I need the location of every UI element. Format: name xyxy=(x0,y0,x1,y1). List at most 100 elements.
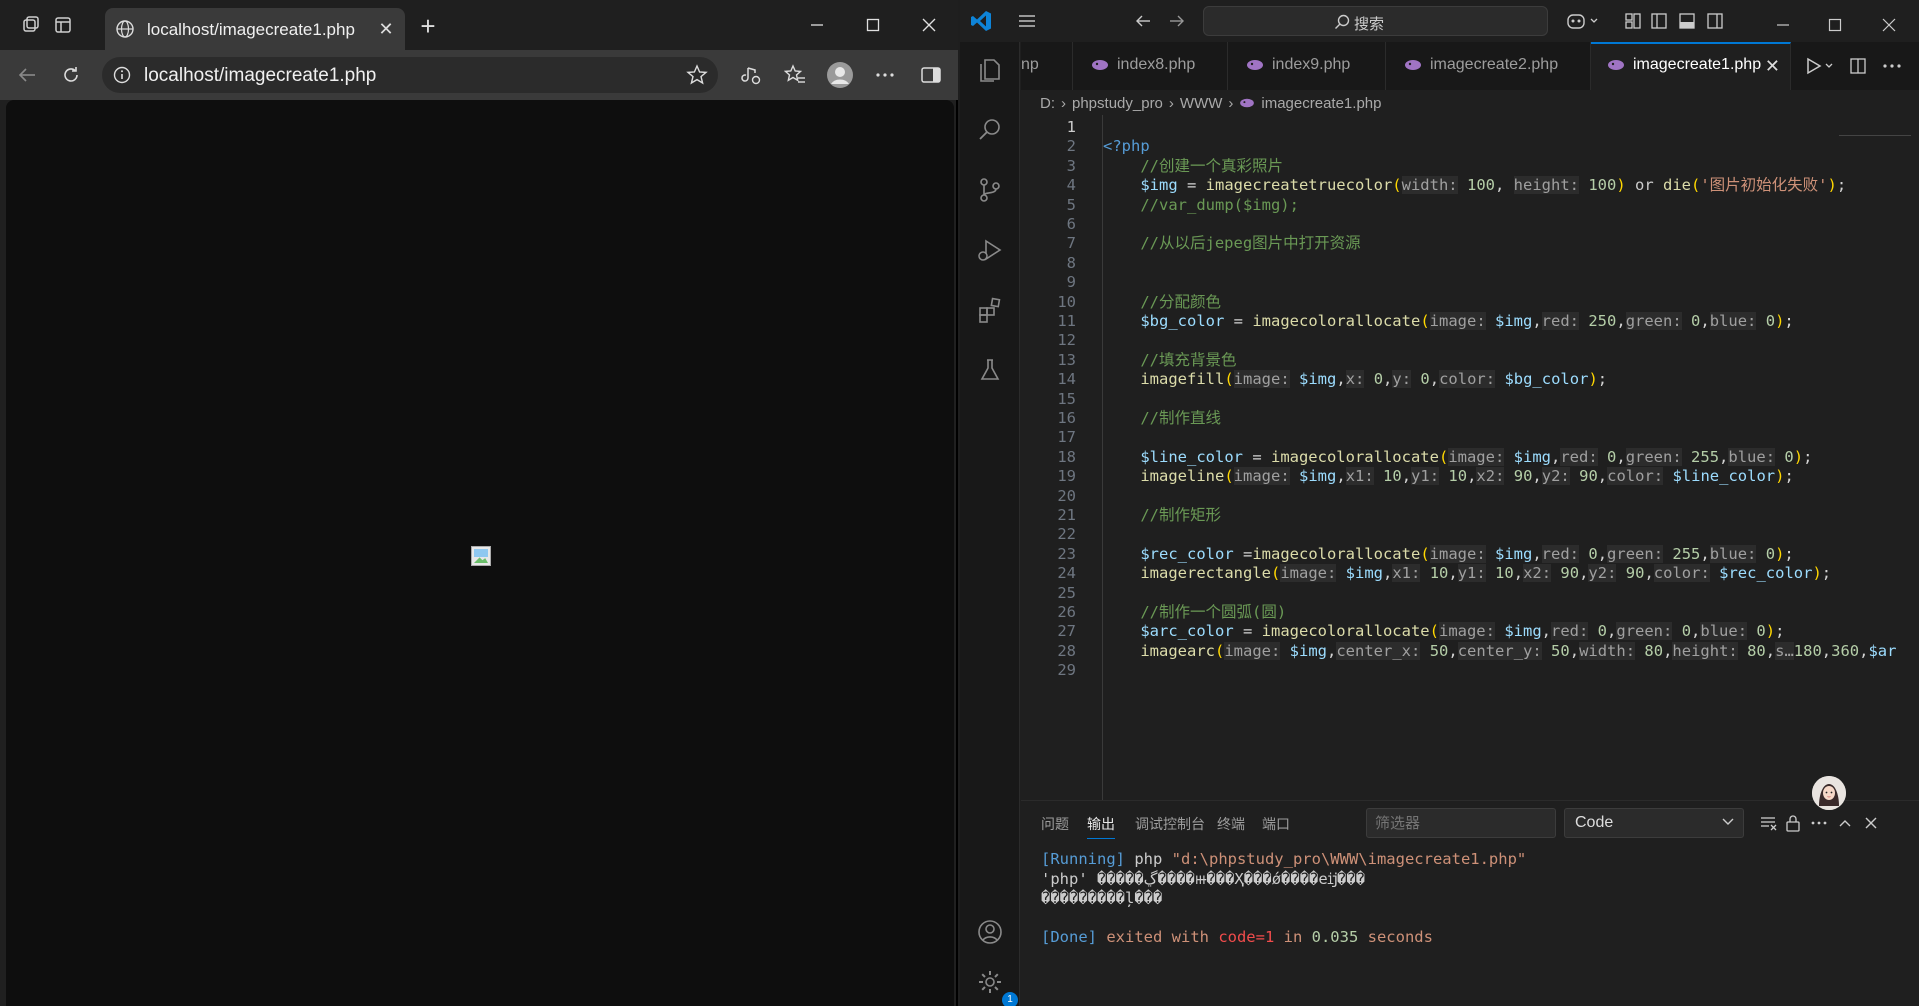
minimize-button[interactable] xyxy=(794,10,840,40)
breadcrumb-folder[interactable]: phpstudy_pro xyxy=(1072,95,1163,112)
search-icon xyxy=(1334,14,1350,30)
command-search-box[interactable]: 搜索 xyxy=(1203,6,1548,36)
line-number: 29 xyxy=(1057,661,1076,680)
browser-tab[interactable]: localhost/imagecreate1.php ✕ xyxy=(105,8,405,50)
php-file-icon xyxy=(1091,58,1109,72)
close-tab-icon[interactable]: ✕ xyxy=(1765,56,1780,77)
browser-tab-title: localhost/imagecreate1.php xyxy=(147,20,355,39)
refresh-icon[interactable] xyxy=(56,60,86,90)
panel-tab-output[interactable]: 输出 xyxy=(1087,814,1115,839)
menu-icon[interactable] xyxy=(1014,8,1040,34)
manage-gear-icon[interactable]: 1 xyxy=(970,962,1018,1006)
search-label: 搜索 xyxy=(1354,16,1385,33)
search-view-icon[interactable] xyxy=(970,110,1010,150)
output-channel-select[interactable]: Code xyxy=(1564,808,1744,838)
workspaces-icon[interactable] xyxy=(16,10,46,40)
nav-forward-icon[interactable] xyxy=(1164,8,1190,34)
vscode-titlebar: 搜索 xyxy=(960,0,1919,42)
nav-back-icon[interactable] xyxy=(1130,8,1156,34)
panel-tab-problems[interactable]: 问题 xyxy=(1041,814,1069,834)
breadcrumb: D: › phpstudy_pro › WWW › imagecreate1.p… xyxy=(1040,92,1381,114)
split-editor-icon[interactable] xyxy=(1845,54,1871,78)
back-icon[interactable] xyxy=(12,60,42,90)
indent-guide xyxy=(1102,115,1103,800)
url-text: localhost/imagecreate1.php xyxy=(144,65,377,86)
maximize-panel-icon[interactable] xyxy=(1833,811,1857,835)
toggle-primary-sidebar-icon[interactable] xyxy=(1646,8,1672,34)
editor-more-icon[interactable] xyxy=(1879,54,1905,78)
tab-imagecreate1-active[interactable]: imagecreate1.php ✕ xyxy=(1591,42,1791,90)
tab-label: index8.php xyxy=(1117,56,1196,73)
vscode-window: 搜索 1 np index8.php index9.php imagecreat… xyxy=(960,0,1919,1006)
sidebar-toggle-icon[interactable] xyxy=(916,60,946,90)
extensions-icon[interactable] xyxy=(970,290,1010,330)
browser-toolbar: localhost/imagecreate1.php xyxy=(0,50,958,100)
vscode-logo-icon xyxy=(968,8,994,34)
vscode-maximize-button[interactable] xyxy=(1812,10,1858,40)
site-info-icon[interactable] xyxy=(112,65,132,85)
code-line[interactable]: 29 xyxy=(1021,658,1919,682)
address-bar[interactable]: localhost/imagecreate1.php xyxy=(102,57,718,93)
tab-np[interactable]: np xyxy=(1021,42,1073,90)
toggle-panel-icon[interactable] xyxy=(1674,8,1700,34)
panel-tab-debug-console[interactable]: 调试控制台 xyxy=(1135,814,1205,834)
lock-scroll-icon[interactable] xyxy=(1781,811,1805,835)
chevron-right-icon: › xyxy=(1168,94,1174,112)
run-debug-icon[interactable] xyxy=(970,230,1010,270)
clear-output-icon[interactable] xyxy=(1756,811,1780,835)
output-line: [Done] exited with code=1 in 0.035 secon… xyxy=(1041,928,1433,946)
broken-image-icon xyxy=(471,546,491,566)
minimap-marker xyxy=(1839,135,1911,136)
panel-tab-terminal[interactable]: 终端 xyxy=(1217,814,1245,834)
panel-more-icon[interactable] xyxy=(1807,811,1831,835)
browser-titlebar: localhost/imagecreate1.php ✕ + xyxy=(0,0,958,50)
chevron-right-icon: › xyxy=(1228,94,1234,112)
vscode-close-button[interactable] xyxy=(1866,10,1912,40)
testing-flask-icon[interactable] xyxy=(970,350,1010,390)
php-file-icon xyxy=(1246,58,1264,72)
tab-actions-icon[interactable] xyxy=(48,10,78,40)
close-tab-icon[interactable]: ✕ xyxy=(375,18,397,40)
php-file-icon xyxy=(1239,97,1255,109)
activity-bar: 1 xyxy=(960,42,1020,1006)
more-options-icon[interactable] xyxy=(870,60,900,90)
page-viewport xyxy=(6,100,954,1006)
tab-imagecreate2[interactable]: imagecreate2.php xyxy=(1386,42,1591,90)
run-code-icon[interactable] xyxy=(1803,54,1839,78)
chevron-right-icon: › xyxy=(1061,94,1066,112)
globe-icon xyxy=(115,19,135,39)
explorer-icon[interactable] xyxy=(970,50,1010,90)
code-editor[interactable]: 1 2 <?php 3 //创建一个真彩照片 4 $img = imagecreatet… xyxy=(1021,115,1919,800)
read-aloud-icon[interactable] xyxy=(736,60,766,90)
new-tab-button[interactable]: + xyxy=(415,13,441,40)
tab-label: imagecreate1.php xyxy=(1633,56,1762,73)
tab-index8[interactable]: index8.php xyxy=(1073,42,1228,90)
output-filter-field[interactable] xyxy=(1366,808,1556,838)
breadcrumb-drive[interactable]: D: xyxy=(1040,95,1055,112)
assistant-avatar-icon[interactable] xyxy=(1812,776,1846,810)
filter-input[interactable] xyxy=(1367,809,1555,837)
breadcrumb-folder[interactable]: WWW xyxy=(1180,95,1222,112)
maximize-button[interactable] xyxy=(850,10,896,40)
close-window-button[interactable] xyxy=(906,10,952,40)
toggle-secondary-sidebar-icon[interactable] xyxy=(1702,8,1728,34)
breadcrumb-file[interactable]: imagecreate1.php xyxy=(1261,95,1381,112)
source-control-icon[interactable] xyxy=(970,170,1010,210)
settings-badge: 1 xyxy=(1002,992,1018,1006)
channel-value: Code xyxy=(1575,814,1614,831)
panel-tab-ports[interactable]: 端口 xyxy=(1262,814,1290,834)
tab-index9[interactable]: index9.php xyxy=(1228,42,1386,90)
php-file-icon xyxy=(1607,58,1625,72)
favorite-star-icon[interactable] xyxy=(686,64,708,86)
profile-avatar-icon[interactable] xyxy=(825,60,855,90)
editor-tabs: np index8.php index9.php imagecreate2.ph… xyxy=(1021,42,1919,90)
chevron-down-icon xyxy=(1721,814,1735,828)
accounts-icon[interactable] xyxy=(970,912,1010,952)
favorites-icon[interactable] xyxy=(780,60,810,90)
vscode-minimize-button[interactable] xyxy=(1760,10,1806,40)
tab-label: index9.php xyxy=(1272,56,1351,73)
copilot-icon[interactable] xyxy=(1564,8,1604,34)
close-panel-icon[interactable] xyxy=(1859,811,1883,835)
customize-layout-icon[interactable] xyxy=(1620,8,1646,34)
output-line: ���������ļ��� xyxy=(1041,889,1163,907)
